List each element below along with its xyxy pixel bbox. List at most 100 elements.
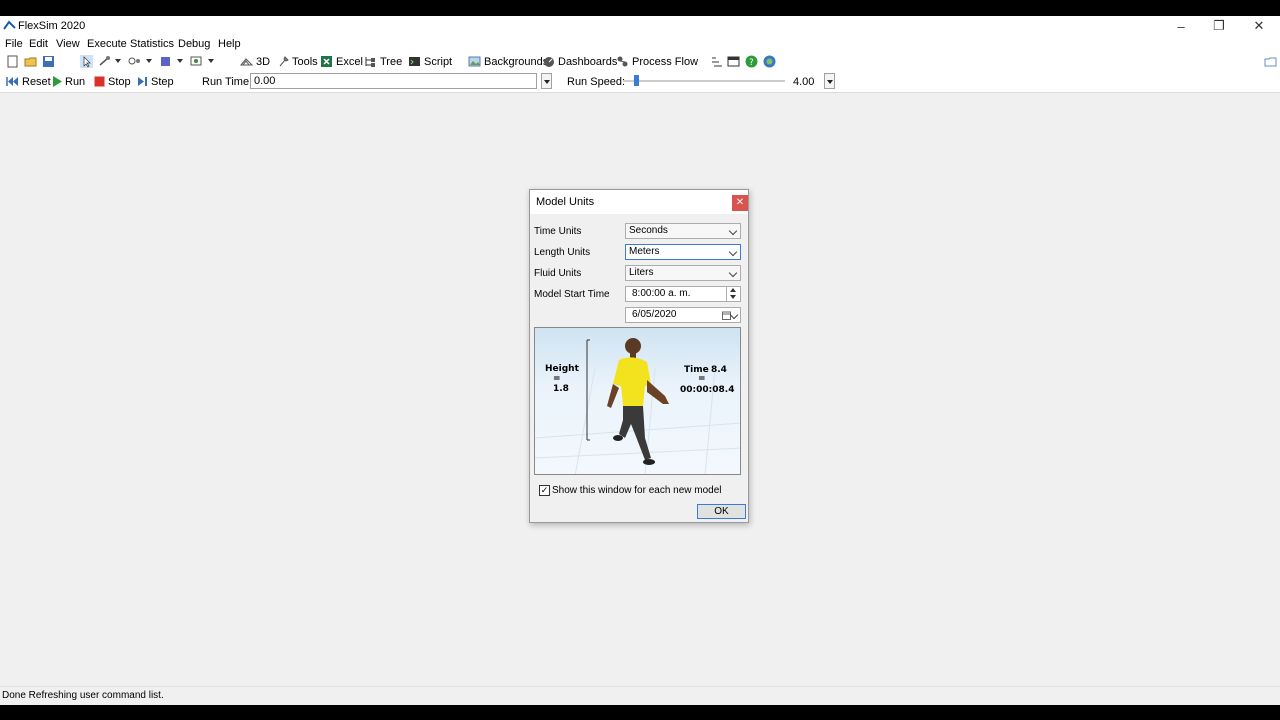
process-flow-icon[interactable] — [616, 55, 629, 68]
tools-icon[interactable] — [277, 55, 290, 68]
edit-view-icon[interactable] — [190, 55, 203, 68]
flexsim-logo-icon — [3, 20, 16, 30]
help-icon[interactable]: ? — [745, 55, 758, 68]
chevron-down-icon[interactable] — [115, 59, 121, 63]
run-speed-slider-thumb[interactable] — [634, 75, 639, 86]
run-icon[interactable] — [51, 75, 64, 88]
disconnect-objects-icon[interactable] — [128, 55, 141, 68]
menu-view[interactable]: View — [56, 38, 80, 50]
backgrounds-button-label[interactable]: Backgrounds — [484, 56, 548, 68]
time-units-value: Seconds — [629, 225, 668, 236]
save-icon[interactable] — [42, 55, 55, 68]
pointer-mode-icon[interactable] — [80, 55, 93, 68]
run-speed-label: Run Speed: — [567, 76, 626, 88]
minimize-button[interactable]: – — [1162, 16, 1200, 36]
dialog-title: Model Units — [536, 196, 595, 208]
fluid-units-label: Fluid Units — [534, 268, 582, 279]
chevron-down-icon — [729, 310, 739, 320]
preview-height-label: Height — [545, 364, 579, 374]
run-time-value: 0.00 — [254, 75, 276, 87]
folder-panel-icon[interactable] — [1264, 55, 1277, 68]
window-title: FlexSim 2020 — [18, 20, 86, 32]
model-units-dialog: Model Units ✕ Time Units Seconds Length … — [529, 189, 749, 523]
excel-button-label[interactable]: Excel — [336, 56, 363, 68]
menu-statistics[interactable]: Statistics — [130, 38, 174, 50]
run-speed-dropdown-button[interactable] — [824, 73, 835, 89]
preview-time-equals: = — [698, 374, 706, 384]
process-flow-button-label[interactable]: Process Flow — [632, 56, 698, 68]
time-units-select[interactable]: Seconds — [625, 223, 741, 239]
step-button[interactable]: Step — [151, 76, 174, 88]
time-spinner-icon[interactable] — [726, 287, 740, 301]
layout-icon[interactable] — [710, 55, 723, 68]
tree-button-label[interactable]: Tree — [380, 56, 402, 68]
script-icon[interactable] — [408, 55, 421, 68]
dialog-title-bar: Model Units ✕ — [530, 190, 748, 214]
menu-file[interactable]: File — [5, 38, 23, 50]
stop-icon[interactable] — [93, 75, 106, 88]
dialog-close-button[interactable]: ✕ — [732, 195, 748, 211]
menu-execute[interactable]: Execute — [87, 38, 127, 50]
length-units-select[interactable]: Meters — [625, 244, 741, 260]
fluid-units-select[interactable]: Liters — [625, 265, 741, 281]
run-time-dropdown-button[interactable] — [541, 73, 552, 89]
ok-button[interactable]: OK — [697, 504, 746, 519]
units-preview-image: Height = 1.8 Time 8.4 = 00:00:08.4 — [534, 327, 741, 475]
start-time-value: 8:00:00 a. m. — [632, 288, 691, 299]
window-icon[interactable] — [727, 55, 740, 68]
run-button[interactable]: Run — [65, 76, 85, 88]
time-units-label: Time Units — [534, 226, 582, 237]
flexsim-app: FlexSim 2020 – ❐ ✕ File Edit View Execut… — [0, 16, 1280, 705]
dashboards-icon[interactable] — [543, 55, 556, 68]
run-speed-value: 4.00 — [793, 76, 815, 88]
menu-help[interactable]: Help — [218, 38, 241, 50]
run-time-label: Run Time: — [202, 76, 253, 88]
chevron-down-icon[interactable] — [146, 59, 152, 63]
start-date-value: 6/05/2020 — [632, 309, 677, 320]
tools-button-label[interactable]: Tools — [292, 56, 318, 68]
start-time-input[interactable]: 8:00:00 a. m. — [625, 286, 741, 302]
online-icon[interactable] — [763, 55, 776, 68]
title-bar: FlexSim 2020 – ❐ ✕ — [0, 16, 1280, 36]
show-window-checkbox[interactable]: ✓ — [539, 485, 550, 496]
menu-debug[interactable]: Debug — [178, 38, 210, 50]
reset-button[interactable]: Reset — [22, 76, 51, 88]
shapes-icon[interactable] — [160, 55, 173, 68]
preview-height-equals: = — [553, 374, 561, 384]
3d-view-icon[interactable] — [240, 55, 253, 68]
preview-time-clock: 00:00:08.4 — [680, 385, 735, 395]
model-start-time-label: Model Start Time — [534, 289, 610, 300]
stop-button[interactable]: Stop — [108, 76, 131, 88]
preview-height-value: 1.8 — [553, 384, 569, 394]
chevron-down-icon — [728, 226, 738, 236]
length-units-label: Length Units — [534, 247, 591, 258]
restore-button[interactable]: ❐ — [1200, 16, 1238, 36]
script-button-label[interactable]: Script — [424, 56, 452, 68]
show-window-checkbox-label[interactable]: Show this window for each new model — [552, 485, 722, 496]
close-window-button[interactable]: ✕ — [1240, 16, 1278, 36]
menu-edit[interactable]: Edit — [29, 38, 48, 50]
connect-objects-icon[interactable] — [98, 55, 111, 68]
run-control-bar: Reset Run Stop Step Run Time: 0.00 Run S… — [0, 72, 1280, 93]
backgrounds-icon[interactable] — [468, 55, 481, 68]
reset-icon[interactable] — [6, 75, 19, 88]
run-speed-slider-track[interactable] — [623, 80, 785, 82]
run-time-input[interactable]: 0.00 — [250, 73, 537, 89]
dashboards-button-label[interactable]: Dashboards — [558, 56, 617, 68]
excel-icon[interactable] — [320, 55, 333, 68]
preview-time-value: 8.4 — [711, 365, 727, 375]
chevron-down-icon — [728, 247, 738, 257]
chevron-down-icon[interactable] — [208, 59, 214, 63]
3d-button-label[interactable]: 3D — [256, 56, 270, 68]
open-folder-icon[interactable] — [24, 55, 37, 68]
new-file-icon[interactable] — [6, 55, 19, 68]
start-date-input[interactable]: 6/05/2020 — [625, 307, 741, 323]
main-toolbar: 3D Tools Excel Tree Script Backgrounds D… — [0, 52, 1280, 72]
walking-person-figure — [607, 338, 669, 465]
tree-icon[interactable] — [364, 55, 377, 68]
step-icon[interactable] — [137, 75, 150, 88]
menu-bar: File Edit View Execute Statistics Debug … — [0, 36, 1280, 52]
svg-text:?: ? — [749, 58, 754, 68]
length-units-value: Meters — [629, 246, 660, 257]
chevron-down-icon[interactable] — [177, 59, 183, 63]
